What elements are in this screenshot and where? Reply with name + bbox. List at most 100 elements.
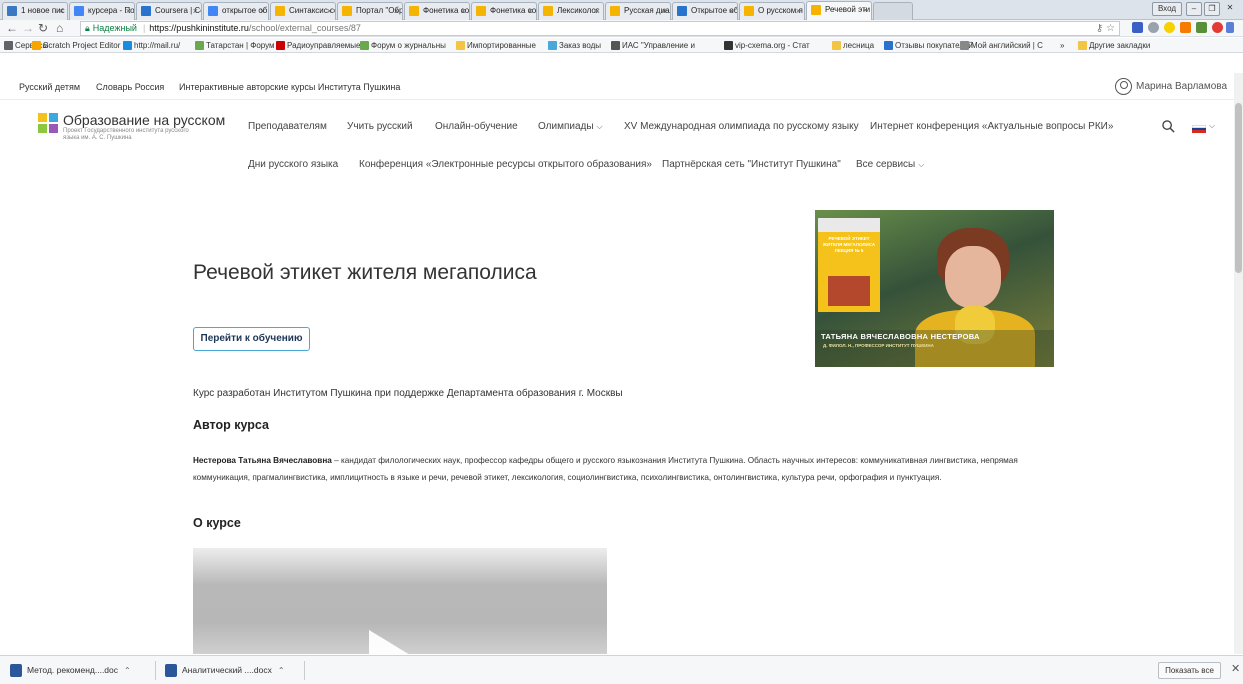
bookmark-favicon-icon <box>724 41 733 50</box>
bookmark-item[interactable]: Scratch Project Editor <box>32 38 120 52</box>
extension-icon-4[interactable] <box>1180 22 1191 33</box>
nav-item-label: Олимпиады <box>538 121 594 132</box>
nav-item[interactable]: Дни русского языка <box>248 159 338 170</box>
browser-tab[interactable]: Открытое об × <box>672 2 738 20</box>
download-item-1[interactable]: Метод. рекоменд....doc ⌃ <box>10 662 131 679</box>
tab-close-icon[interactable]: × <box>461 3 466 19</box>
tab-close-icon[interactable]: × <box>863 2 868 18</box>
tab-favicon-icon <box>342 6 352 16</box>
scrollbar-thumb[interactable] <box>1235 103 1242 273</box>
close-icon[interactable]: ✕ <box>1231 662 1240 675</box>
bookmark-item[interactable]: vip-cxema.org - Стат <box>724 38 810 52</box>
extension-icon-2[interactable] <box>1148 22 1159 33</box>
extension-icon-3[interactable] <box>1164 22 1175 33</box>
browser-tab[interactable]: Фонетика со × <box>404 2 470 20</box>
tab-close-icon[interactable]: × <box>193 3 198 19</box>
course-video-player[interactable] <box>193 548 607 654</box>
bookmark-item[interactable]: лесница <box>832 38 874 52</box>
tab-close-icon[interactable]: × <box>595 3 600 19</box>
bookmark-item[interactable]: Мой английский | С <box>960 38 1043 52</box>
back-icon[interactable]: ← <box>6 21 18 35</box>
nav-item[interactable]: Интернет конференция «Актуальные вопросы… <box>870 121 1113 132</box>
nav-item-label: Конференция «Электронные ресурсы открыто… <box>359 159 652 170</box>
extension-icon-7[interactable] <box>1226 22 1234 33</box>
browser-tab[interactable]: Лексиколог × <box>538 2 604 20</box>
tab-close-icon[interactable]: × <box>528 3 533 19</box>
show-all-downloads-button[interactable]: Показать все <box>1158 662 1221 679</box>
play-icon[interactable] <box>369 630 415 654</box>
browser-tab[interactable]: О русском я × <box>739 2 805 20</box>
bookmark-item[interactable]: Импортированные <box>456 38 536 52</box>
extension-icon-5[interactable] <box>1196 22 1207 33</box>
bookmark-item[interactable]: Татарстан | Форум и <box>195 38 281 52</box>
nav-item[interactable]: Олимпиады ⌵ <box>538 121 603 132</box>
course-title: Речевой этикет жителя мегаполиса <box>193 261 537 284</box>
tab-close-icon[interactable]: × <box>59 3 64 19</box>
nav-item[interactable]: Учить русский <box>347 121 413 132</box>
profile-button[interactable]: Вход <box>1152 2 1182 16</box>
browser-tab[interactable]: Портал "Обр × <box>337 2 403 20</box>
tab-close-icon[interactable]: × <box>729 3 734 19</box>
browser-tab[interactable]: Речевой эти × <box>806 1 872 20</box>
start-learning-button[interactable]: Перейти к обучению <box>193 327 310 351</box>
address-bar[interactable]: 🔒︎ Надежный | https://pushkininstitute.ru/s… <box>80 21 1120 36</box>
top-link-courses[interactable]: Интерактивные авторские курсы Института … <box>179 82 400 92</box>
extension-icon-1[interactable] <box>1132 22 1143 33</box>
nav-item[interactable]: Преподавателям <box>248 121 327 132</box>
tab-favicon-icon <box>409 6 419 16</box>
bookmark-item[interactable]: Радиоуправляемые <box>276 38 360 52</box>
chevron-down-icon[interactable]: ⌵ <box>1209 121 1215 131</box>
tab-close-icon[interactable]: × <box>327 3 332 19</box>
top-link-dictionary[interactable]: Словарь Россия <box>96 82 164 92</box>
reload-icon[interactable]: ↻ <box>38 21 48 35</box>
browser-tab[interactable]: Русская диал × <box>605 2 671 20</box>
user-menu[interactable]: Марина Варламова <box>1115 78 1227 95</box>
new-tab-button[interactable] <box>873 2 913 20</box>
top-link-kids[interactable]: Русский детям <box>19 82 80 92</box>
brand-title[interactable]: Образование на русском <box>63 112 225 128</box>
bookmark-favicon-icon <box>276 41 285 50</box>
tab-close-icon[interactable]: × <box>796 3 801 19</box>
forward-icon[interactable]: → <box>22 21 34 35</box>
browser-tab[interactable]: 1 новое пис × <box>2 2 68 20</box>
tab-favicon-icon <box>141 6 151 16</box>
bookmark-item[interactable]: Форум о журнальны <box>360 38 446 52</box>
browser-tab[interactable]: открытое об × <box>203 2 269 20</box>
browser-tab[interactable]: Фонетика со × <box>471 2 537 20</box>
bookmark-item[interactable]: ИАС "Управление и <box>611 38 695 52</box>
extension-icon-6[interactable] <box>1212 22 1223 33</box>
bookmark-favicon-icon <box>960 41 969 50</box>
nav-item-label: Все сервисы <box>856 159 916 170</box>
browser-tab[interactable]: Coursera | Сс × <box>136 2 202 20</box>
download-item-2[interactable]: Аналитический ....docx ⌃ <box>165 662 285 679</box>
bookmark-other[interactable]: Другие закладки <box>1078 38 1150 52</box>
restore-icon[interactable]: ❐ <box>1204 2 1220 16</box>
home-icon[interactable]: ⌂ <box>56 21 63 35</box>
author-heading: Автор курса <box>193 418 269 432</box>
browser-tab[interactable]: курсера - По × <box>69 2 135 20</box>
chevron-up-icon[interactable]: ⌃ <box>124 666 131 675</box>
tab-close-icon[interactable]: × <box>260 3 265 19</box>
nav-item[interactable]: Все сервисы ⌵ <box>856 159 924 170</box>
course-thumbnail[interactable]: РЕЧЕВОЙ ЭТИКЕТ ЖИТЕЛЯ МЕГАПОЛИСА ЛЕКЦИЯ … <box>815 210 1054 367</box>
bookmark-item[interactable]: Заказ воды <box>548 38 601 52</box>
tab-close-icon[interactable]: × <box>394 3 399 19</box>
site-logo-icon[interactable] <box>38 113 58 133</box>
key-icon[interactable]: ⚷ ☆ <box>1096 22 1115 35</box>
language-flag-icon[interactable] <box>1192 125 1206 133</box>
nav-item[interactable]: XV Международная олимпиада по русскому я… <box>624 121 859 132</box>
nav-item[interactable]: Онлайн-обучение <box>435 121 518 132</box>
browser-tab[interactable]: Синтаксис со × <box>270 2 336 20</box>
bookmarks-more[interactable]: » <box>1060 38 1064 52</box>
search-icon[interactable] <box>1162 120 1175 133</box>
close-window-icon[interactable]: ✕ <box>1222 2 1238 16</box>
nav-item[interactable]: Партнёрская сеть "Институт Пушкина" <box>662 159 841 170</box>
chevron-up-icon[interactable]: ⌃ <box>278 666 285 675</box>
minimize-icon[interactable]: – <box>1186 2 1202 16</box>
nav-item[interactable]: Конференция «Электронные ресурсы открыто… <box>359 159 652 170</box>
tab-close-icon[interactable]: × <box>126 3 131 19</box>
page-scrollbar[interactable] <box>1234 73 1243 654</box>
bookmark-item[interactable]: http://mail.ru/ <box>123 38 180 52</box>
tab-favicon-icon <box>744 6 754 16</box>
tab-close-icon[interactable]: × <box>662 3 667 19</box>
